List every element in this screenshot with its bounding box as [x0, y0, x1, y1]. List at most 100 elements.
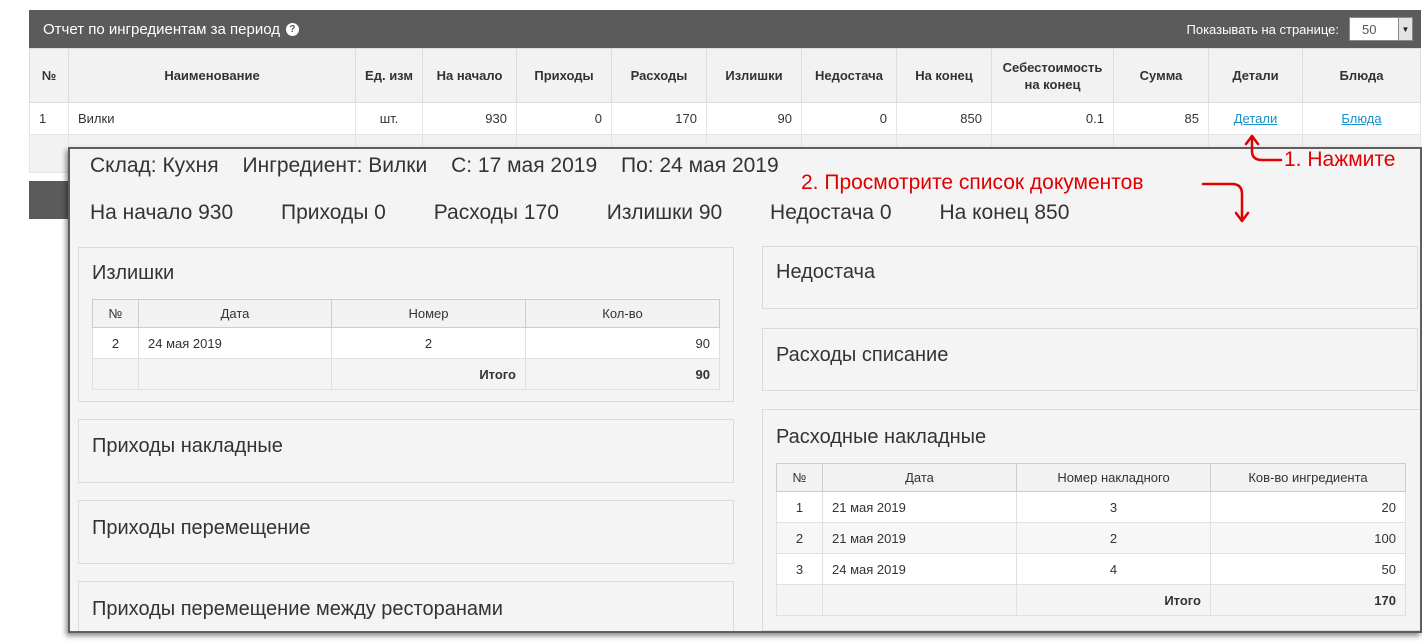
- report-table-header: № Наименование Ед. изм На начало Приходы…: [29, 48, 1421, 103]
- report-header: Отчет по ингредиентам за период ? Показы…: [29, 10, 1421, 48]
- annotation-step1: 1. Нажмите: [1284, 148, 1396, 171]
- income-transfer-restaurants-panel: Приходы перемещение между ресторанами: [78, 581, 734, 631]
- column-header: №: [92, 299, 139, 328]
- column-header: №: [776, 463, 823, 492]
- column-header[interactable]: Приходы: [516, 48, 612, 103]
- column-header[interactable]: №: [29, 48, 69, 103]
- doc-date: 24 мая 2019: [138, 327, 332, 359]
- panel-title: Приходы перемещение между ресторанами: [92, 598, 503, 620]
- sum: 85: [1113, 102, 1209, 135]
- doc-qty: 100: [1210, 522, 1406, 554]
- shortage-qty: 0: [801, 102, 897, 135]
- column-header: Номер накладного: [1016, 463, 1211, 492]
- doc-qty: 20: [1210, 491, 1406, 523]
- report-title-text: Отчет по ингредиентам за период: [43, 20, 280, 38]
- column-header[interactable]: Наименование: [68, 48, 356, 103]
- writeoff-panel: Расходы списание: [762, 328, 1418, 391]
- panel-title: Приходы перемещение: [92, 517, 311, 539]
- details-modal: Склад: Кухня Ингредиент: Вилки С: 17 мая…: [68, 147, 1422, 633]
- end-qty: 850: [896, 102, 992, 135]
- column-header[interactable]: Излишки: [706, 48, 802, 103]
- per-page-select[interactable]: 50 ▼: [1349, 17, 1413, 41]
- panel-title: Расходные накладные: [776, 426, 987, 448]
- column-header[interactable]: Недостача: [801, 48, 897, 103]
- total-end: На конец 850: [939, 201, 1070, 224]
- details-summary-header: Склад: Кухня Ингредиент: Вилки С: 17 мая…: [90, 154, 797, 178]
- column-header: Блюда: [1302, 48, 1421, 103]
- doc-number: 2: [331, 327, 526, 359]
- total-row: Итого 90: [92, 358, 720, 390]
- end-cost: 0.1: [991, 102, 1114, 135]
- column-header[interactable]: Расходы: [611, 48, 707, 103]
- annotation-step2: 2. Просмотрите список документов: [801, 171, 1144, 194]
- doc-qty: 90: [525, 327, 720, 359]
- panel-title: Расходы списание: [776, 344, 949, 366]
- surplus-table-header: № Дата Номер Кол-во: [92, 299, 720, 328]
- total-label: Итого: [331, 358, 526, 390]
- surplus-table: № Дата Номер Кол-во 2 24 мая 2019 2 90 И…: [92, 299, 720, 390]
- table-row: 2 24 мая 2019 2 90: [92, 327, 720, 359]
- row-number: 2: [92, 327, 139, 359]
- table-row: 3 24 мая 2019 4 50: [776, 553, 1406, 585]
- income-invoices-panel: Приходы накладные: [78, 419, 734, 483]
- panel-title: Недостача: [776, 261, 876, 283]
- dishes-link[interactable]: Блюда: [1341, 111, 1381, 126]
- total-value: 170: [1210, 584, 1406, 616]
- unit: шт.: [355, 102, 423, 135]
- column-header[interactable]: Себестоимость на конец: [991, 48, 1114, 103]
- column-header[interactable]: Ед. изм: [355, 48, 423, 103]
- surplus-panel: Излишки № Дата Номер Кол-во 2 24 мая 201…: [78, 247, 734, 402]
- column-header: Дата: [138, 299, 332, 328]
- report-title: Отчет по ингредиентам за период ?: [43, 21, 299, 38]
- details-link[interactable]: Детали: [1234, 111, 1278, 126]
- income-qty: 0: [516, 102, 612, 135]
- surplus-qty: 90: [706, 102, 802, 135]
- column-header[interactable]: На начало: [422, 48, 517, 103]
- details-cell: Детали: [1208, 102, 1303, 135]
- ingredient-label: Ингредиент: Вилки: [242, 154, 428, 177]
- row-number: 1: [29, 102, 69, 135]
- column-header[interactable]: На конец: [896, 48, 992, 103]
- total-shortage: Недостача 0: [770, 201, 892, 224]
- total-value: 90: [525, 358, 720, 390]
- date-from-label: С: 17 мая 2019: [451, 154, 598, 177]
- income-transfer-panel: Приходы перемещение: [78, 500, 734, 564]
- chevron-down-icon[interactable]: ▼: [1398, 18, 1412, 40]
- expense-qty: 170: [611, 102, 707, 135]
- doc-date: 24 мая 2019: [822, 553, 1017, 585]
- expense-invoices-table-header: № Дата Номер накладного Ков-во ингредиен…: [776, 463, 1406, 492]
- column-header: Детали: [1208, 48, 1303, 103]
- row-number: 3: [776, 553, 823, 585]
- panel-title: Излишки: [92, 262, 175, 284]
- panel-title: Приходы накладные: [92, 435, 283, 457]
- per-page-label: Показывать на странице:: [1186, 21, 1340, 37]
- doc-number: 2: [1016, 522, 1211, 554]
- table-row: 1 21 мая 2019 3 20: [776, 491, 1406, 523]
- per-page-value: 50: [1362, 21, 1377, 37]
- start-qty: 930: [422, 102, 517, 135]
- ingredient-name: Вилки: [68, 102, 356, 135]
- doc-qty: 50: [1210, 553, 1406, 585]
- row-number: 1: [776, 491, 823, 523]
- per-page-control: Показывать на странице: 50 ▼: [1186, 17, 1413, 41]
- expense-invoices-table: № Дата Номер накладного Ков-во ингредиен…: [776, 463, 1406, 616]
- column-header: Номер: [331, 299, 526, 328]
- total-row: Итого 170: [776, 584, 1406, 616]
- table-row: 2 21 мая 2019 2 100: [776, 522, 1406, 554]
- question-circle-icon[interactable]: ?: [285, 22, 299, 36]
- total-start: На начало 930: [90, 201, 234, 224]
- doc-date: 21 мая 2019: [822, 522, 1017, 554]
- doc-date: 21 мая 2019: [822, 491, 1017, 523]
- shortage-panel: Недостача: [762, 246, 1418, 309]
- row-number: 2: [776, 522, 823, 554]
- expense-invoices-panel: Расходные накладные № Дата Номер накладн…: [762, 409, 1420, 631]
- total-surplus: Излишки 90: [606, 201, 723, 224]
- details-totals: На начало 930 Приходы 0 Расходы 170 Изли…: [90, 201, 1111, 225]
- total-income: Приходы 0: [281, 201, 386, 224]
- column-header: Ков-во ингредиента: [1210, 463, 1406, 492]
- dishes-cell: Блюда: [1302, 102, 1421, 135]
- warehouse-label: Склад: Кухня: [90, 154, 219, 177]
- column-header[interactable]: Сумма: [1113, 48, 1209, 103]
- doc-number: 3: [1016, 491, 1211, 523]
- column-header: Кол-во: [525, 299, 720, 328]
